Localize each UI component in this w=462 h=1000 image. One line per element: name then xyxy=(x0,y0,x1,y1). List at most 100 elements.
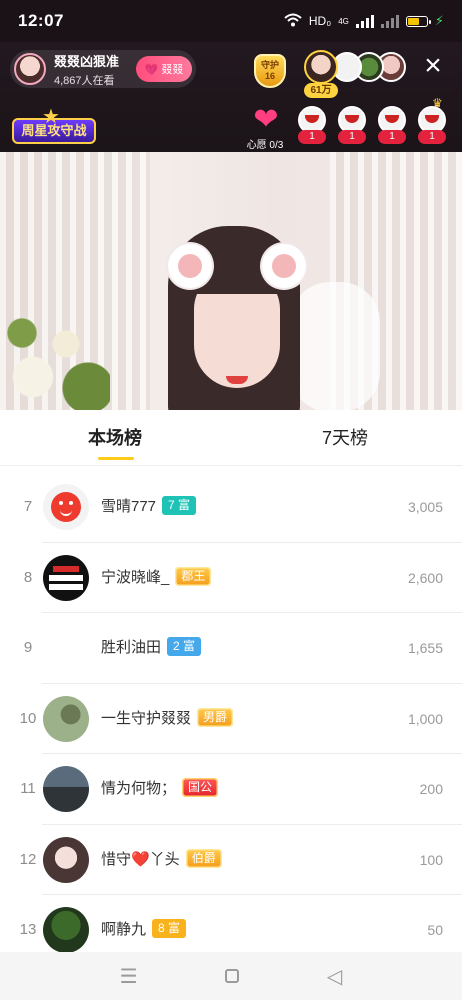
rank-number: 9 xyxy=(23,639,33,656)
fan-slot[interactable]: 1 xyxy=(336,106,368,150)
status-icons: HD₀ 4G ⚡ xyxy=(284,13,444,30)
contribution-value: 3,005 xyxy=(407,499,443,515)
host-avatar[interactable] xyxy=(14,53,46,85)
ranking-row[interactable]: 11 情为何物； 国公 200 xyxy=(0,754,462,825)
user-avatar[interactable] xyxy=(43,766,89,812)
home-square-icon[interactable] xyxy=(225,969,240,983)
guard-shield-icon: 守护 16 xyxy=(254,54,286,88)
user-name-text: 宁波晓峰_ xyxy=(101,568,170,586)
user-name: 雪晴777 7 富 xyxy=(101,472,197,542)
user-avatar[interactable] xyxy=(43,907,89,952)
rank-number: 8 xyxy=(23,568,33,586)
guard-count: 16 xyxy=(264,71,275,81)
signal-icon-secondary xyxy=(380,14,399,28)
wealth-level-badge: 8 富 xyxy=(152,919,187,939)
weekly-star-battle-logo[interactable]: 周星攻守战 ★ xyxy=(12,106,96,148)
status-time: 12:07 xyxy=(18,11,64,30)
fan-count: 1 xyxy=(418,130,446,144)
ranking-row[interactable]: 7 雪晴777 7 富 3,005 xyxy=(0,472,462,543)
viewer-count-text: 4,867人在看 xyxy=(54,74,115,87)
user-name-text: 惜守❤️丫头 xyxy=(101,850,180,868)
ranking-list[interactable]: 7 雪晴777 7 富 3,005 8 宁波晓峰_ 郡王 2,600 9 胜利油田 2… xyxy=(0,472,462,952)
back-triangle-icon[interactable]: ◁ xyxy=(327,964,342,989)
menu-icon[interactable]: ☰ xyxy=(120,964,138,989)
network-label: HD₀ xyxy=(308,14,332,28)
wifi-icon xyxy=(284,13,302,30)
fan-count: 1 xyxy=(378,130,406,144)
flowers-decor xyxy=(0,300,110,410)
ranking-tabs: 本场榜 7天榜 xyxy=(0,410,462,466)
system-nav-bar: ☰ ◁ xyxy=(0,952,462,1000)
ranking-row[interactable]: 13 啊静九 8 富 50 xyxy=(0,895,462,952)
follow-label: 叕叕 xyxy=(161,64,184,76)
fan-count: 1 xyxy=(338,130,366,144)
rank-number: 10 xyxy=(19,709,37,727)
tab-seven-days[interactable]: 7天榜 xyxy=(322,424,368,450)
charging-icon: ⚡ xyxy=(434,13,444,28)
live-video[interactable] xyxy=(0,152,462,410)
user-name-text: 啊静九 xyxy=(101,921,147,938)
contribution-value: 1,000 xyxy=(407,710,443,727)
user-avatar[interactable] xyxy=(43,695,89,742)
contribution-value: 2,600 xyxy=(407,569,443,586)
rank-number: 12 xyxy=(19,850,37,868)
heart-icon: 💗 xyxy=(144,63,159,76)
follow-button[interactable]: 💗 叕叕 xyxy=(136,56,192,82)
wealth-level-badge: 7 富 xyxy=(162,496,197,516)
user-avatar[interactable] xyxy=(43,554,89,601)
rank-number: 11 xyxy=(20,780,36,797)
pillow xyxy=(290,282,380,410)
ranking-row[interactable]: 8 宁波晓峰_ 郡王 2,600 xyxy=(0,543,462,614)
user-name: 胜利油田 2 富 xyxy=(101,613,202,683)
user-name: 啊静九 8 富 xyxy=(101,895,187,952)
user-name-text: 胜利油田 xyxy=(101,639,162,656)
host-info-pill[interactable]: 叕叕凶狠准 4,867人在看 💗 叕叕 xyxy=(10,50,196,88)
ranking-row[interactable]: 12 惜守❤️丫头 伯爵 100 xyxy=(0,825,462,896)
battery-icon xyxy=(405,15,431,27)
fan-slot[interactable]: ♛ 1 xyxy=(416,96,448,150)
bear-ear-right xyxy=(262,244,306,288)
user-name-text: 雪晴777 xyxy=(101,498,157,515)
wish-label: 心愿 0/3 xyxy=(246,140,284,151)
wish-entry[interactable]: ❤ 心愿 0/3 xyxy=(246,103,286,152)
top-viewer-avatar[interactable] xyxy=(304,50,338,84)
wish-heart-icon: ❤ xyxy=(253,103,279,136)
user-name-text: 一生守护叕叕 xyxy=(101,709,192,727)
noble-title-badge: 伯爵 xyxy=(185,848,222,868)
bear-ear-left xyxy=(168,244,212,288)
contribution-value: 200 xyxy=(419,781,443,797)
top-viewers[interactable]: 61万 xyxy=(304,50,408,102)
guard-badge[interactable]: 守护 16 xyxy=(250,50,290,92)
user-name: 一生守护叕叕 男爵 xyxy=(101,684,234,754)
fan-slot[interactable]: 1 xyxy=(296,106,328,150)
noble-title-badge: 国公 xyxy=(182,778,219,798)
user-name: 情为何物； 国公 xyxy=(101,754,219,824)
signal-label: 4G xyxy=(338,16,349,26)
host-name: 叕叕凶狠准 xyxy=(54,53,120,69)
contribution-value: 1,655 xyxy=(407,640,443,656)
user-name-text: 情为何物； xyxy=(101,780,177,797)
signal-icon xyxy=(355,14,374,28)
ranking-row[interactable]: 10 一生守护叕叕 男爵 1,000 xyxy=(0,684,462,755)
contribution-value: 100 xyxy=(419,851,443,868)
viewer-count-badge: 61万 xyxy=(304,83,338,98)
user-avatar[interactable] xyxy=(43,484,89,530)
ranking-row[interactable]: 9 胜利油田 2 富 1,655 xyxy=(0,613,462,684)
user-name: 宁波晓峰_ 郡王 xyxy=(101,543,212,613)
close-button[interactable]: × xyxy=(418,51,448,82)
star-icon: ★ xyxy=(42,106,60,128)
noble-title-badge: 男爵 xyxy=(197,707,234,727)
guard-label: 守护 xyxy=(260,60,279,70)
contribution-value: 50 xyxy=(427,922,443,938)
status-bar: 12:07 HD₀ 4G ⚡ xyxy=(0,0,462,42)
fan-count: 1 xyxy=(298,130,326,144)
live-header: 叕叕凶狠准 4,867人在看 💗 叕叕 守护 16 61万 × 周星攻守战 ★ … xyxy=(0,42,462,152)
host-info: 叕叕凶狠准 4,867人在看 xyxy=(54,51,119,88)
tab-current-session[interactable]: 本场榜 xyxy=(88,424,142,460)
user-avatar[interactable] xyxy=(43,836,89,883)
rank-number: 13 xyxy=(19,921,37,938)
user-name: 惜守❤️丫头 伯爵 xyxy=(101,825,222,895)
wealth-level-badge: 2 富 xyxy=(167,637,202,657)
fan-slot[interactable]: 1 xyxy=(376,106,408,150)
noble-title-badge: 郡王 xyxy=(175,566,212,586)
